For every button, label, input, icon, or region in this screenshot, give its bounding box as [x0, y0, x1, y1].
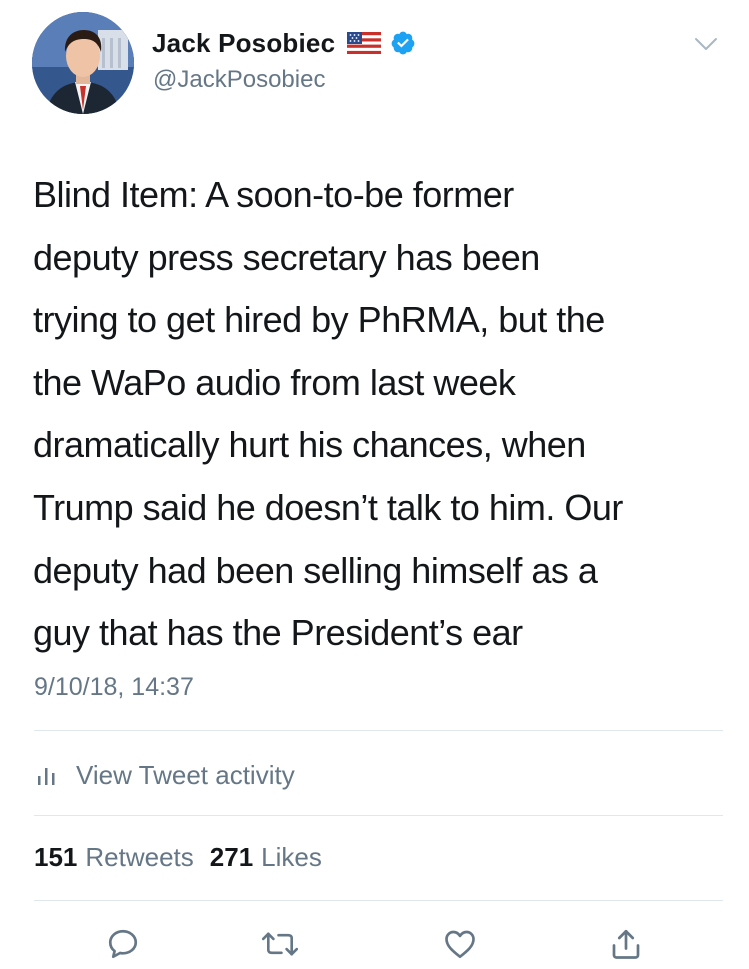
reply-button[interactable] — [103, 924, 143, 964]
us-flag-icon — [347, 32, 382, 54]
tweet-timestamp[interactable]: 9/10/18, 14:37 — [34, 673, 194, 702]
like-icon — [445, 930, 475, 959]
retweet-button[interactable] — [260, 924, 300, 964]
verified-badge-icon — [391, 31, 415, 55]
retweet-icon — [261, 932, 299, 956]
avatar[interactable] — [32, 12, 134, 114]
divider — [34, 900, 723, 901]
divider — [34, 730, 723, 731]
analytics-icon — [38, 768, 55, 785]
retweets-stat[interactable]: 151 Retweets — [34, 842, 194, 873]
share-button[interactable] — [606, 924, 646, 964]
like-button[interactable] — [440, 924, 480, 964]
display-name[interactable]: Jack Posobiec — [152, 28, 335, 59]
likes-count: 271 — [209, 842, 254, 872]
view-tweet-activity-label: View Tweet activity — [76, 759, 295, 790]
likes-label: Likes — [261, 842, 322, 872]
tweet-text: Blind Item: A soon-to-be former deputy p… — [33, 174, 623, 654]
avatar-image — [32, 12, 134, 114]
reply-icon — [108, 929, 138, 959]
author-row: Jack Posobiec — [152, 26, 416, 60]
retweets-label: Retweets — [85, 842, 194, 872]
likes-stat[interactable]: 271 Likes — [210, 842, 322, 873]
divider — [34, 815, 723, 816]
tweet-stats: 151 Retweets 271 Likes — [34, 842, 322, 873]
share-icon — [612, 929, 640, 959]
chevron-down-icon[interactable] — [694, 36, 718, 52]
author-handle[interactable]: @JackPosobiec — [153, 66, 325, 94]
retweets-count: 151 — [34, 842, 78, 872]
view-tweet-activity-button[interactable]: View Tweet activity — [36, 758, 295, 792]
